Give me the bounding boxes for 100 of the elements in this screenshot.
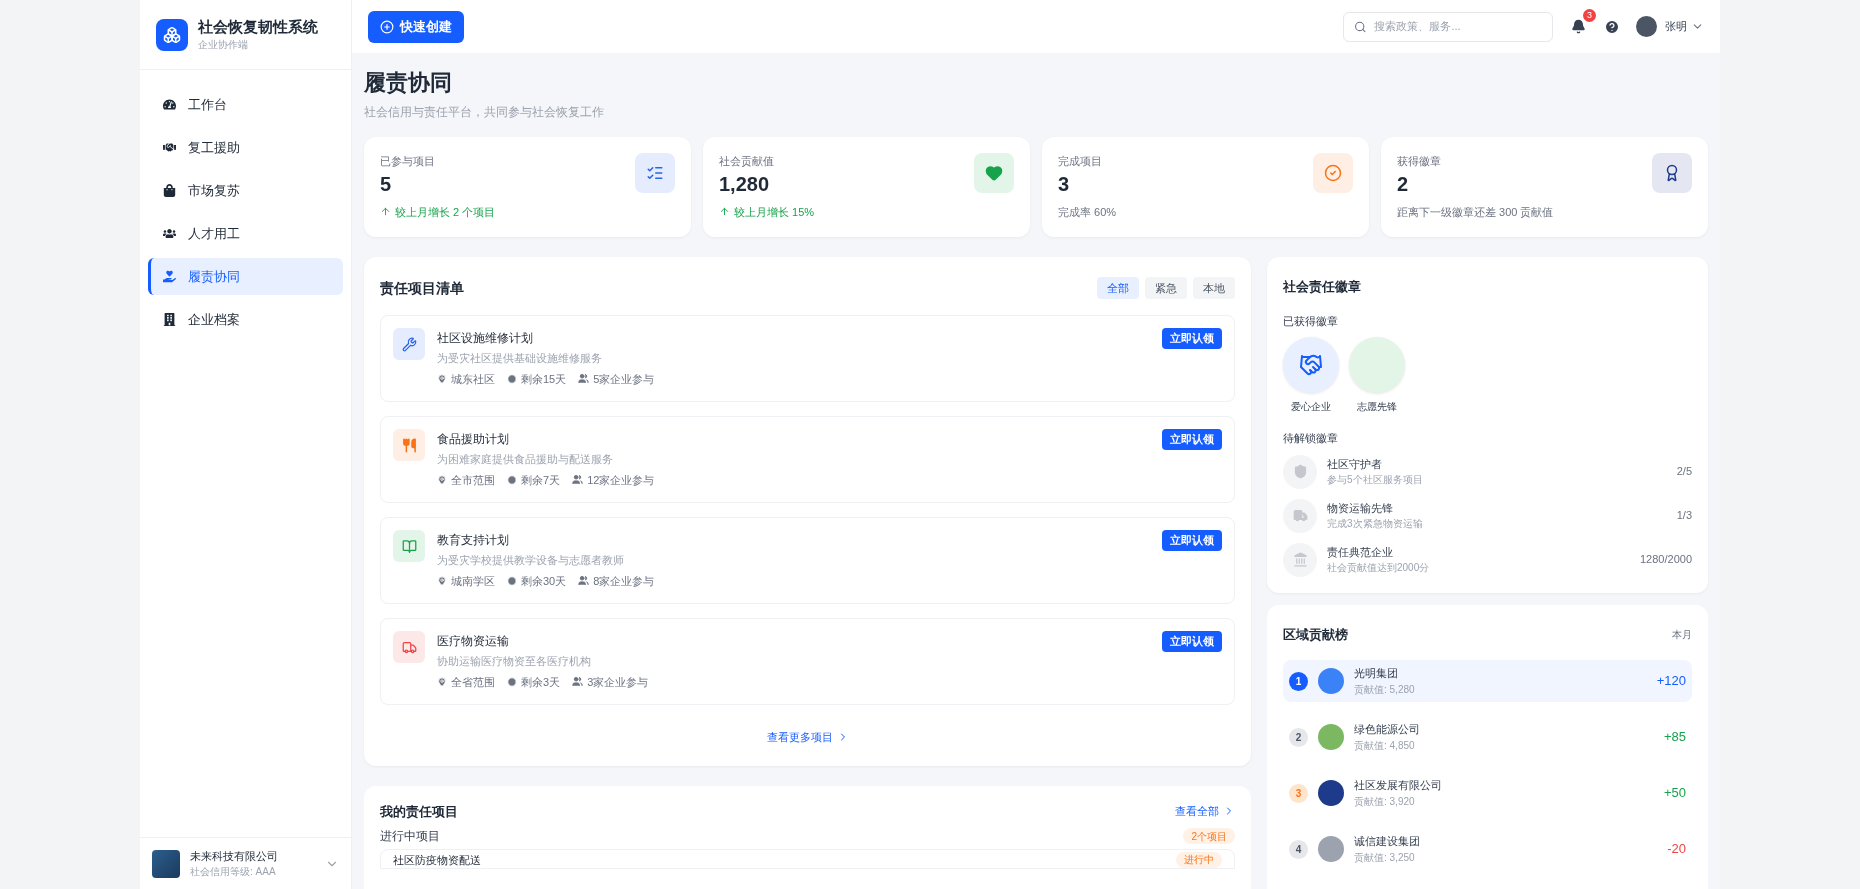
pending-badge-requirement: 完成3次紧急物资运输 <box>1327 517 1424 532</box>
card-title: 社会责任徽章 <box>1283 278 1362 296</box>
rank-number: 3 <box>1289 783 1308 803</box>
project-count-badge: 2个项目 <box>1183 828 1235 844</box>
credit-rating: 社会信用等级: AAA <box>190 865 277 880</box>
page-subtitle: 社会信用与责任平台，共同参与社会恢复工作 <box>364 104 605 121</box>
users-icon <box>572 474 584 486</box>
badge-tally: 1280/2000 <box>1640 552 1692 568</box>
score-change: +85 <box>1663 728 1686 747</box>
score-change: -20 <box>1667 840 1686 859</box>
badge-tally: 2/5 <box>1676 464 1692 480</box>
user-avatar[interactable] <box>1636 16 1657 37</box>
nav-item[interactable]: 人才用工 <box>148 215 343 252</box>
nav-item[interactable]: 企业档案 <box>148 301 343 338</box>
project-title: 医疗物资运输 <box>437 633 510 650</box>
stat-note: 距离下一级徽章还差 300 贡献值 <box>1397 204 1554 220</box>
pending-badge-name: 责任典范企业 <box>1327 544 1394 560</box>
location-pin-icon <box>437 474 447 485</box>
period-label: 本月 <box>1672 627 1692 642</box>
nav-item[interactable]: 履责协同 <box>148 258 343 295</box>
bank-icon <box>1292 552 1308 567</box>
users-icon <box>572 676 584 688</box>
users-icon <box>163 227 176 240</box>
pending-badge-name: 物资运输先锋 <box>1327 500 1394 516</box>
stat-note: 完成率 60% <box>1058 204 1117 220</box>
handshake-icon <box>163 141 176 154</box>
notification-button[interactable] <box>1569 17 1588 36</box>
claim-button[interactable]: 立即认领 <box>1162 429 1222 450</box>
stat-label: 已参与项目 <box>380 154 436 169</box>
users-icon <box>578 575 590 587</box>
nav-item[interactable]: 市场复苏 <box>148 172 343 209</box>
claim-button[interactable]: 立即认领 <box>1162 530 1222 551</box>
shield-icon <box>1292 464 1308 479</box>
company-score: 贡献值: 5,280 <box>1354 682 1416 697</box>
project-location: 城东社区 <box>451 371 495 387</box>
truck-icon <box>1292 508 1308 523</box>
badge-name: 志愿先锋 <box>1357 400 1397 414</box>
hand-heart-icon <box>163 270 176 283</box>
search-box[interactable]: 搜索政策、服务... <box>1343 11 1553 42</box>
search-field[interactable]: 搜索政策、服务... <box>1374 18 1542 35</box>
project-description: 为困难家庭提供食品援助与配送服务 <box>437 452 614 467</box>
card-title: 区域贡献榜 <box>1283 625 1349 644</box>
company-score: 贡献值: 3,920 <box>1354 794 1416 809</box>
company-name: 光明集团 <box>1354 666 1399 682</box>
company-score: 贡献值: 4,850 <box>1354 738 1416 753</box>
card-title: 责任项目清单 <box>380 278 465 298</box>
rank-number: 4 <box>1289 839 1308 859</box>
stat-value: 2 <box>1397 171 1410 197</box>
stat-value: 1,280 <box>719 171 771 197</box>
company-name: 未来科技有限公司 <box>190 848 279 864</box>
claim-button[interactable]: 立即认领 <box>1162 631 1222 652</box>
pending-badge-requirement: 参与5个社区服务项目 <box>1327 473 1424 488</box>
app-subtitle: 企业协作端 <box>198 38 249 52</box>
project-description: 协助运输医疗物资至各医疗机构 <box>437 654 592 669</box>
company-name: 社区发展有限公司 <box>1354 778 1443 794</box>
pending-badge-name: 社区守护者 <box>1327 456 1383 472</box>
nav-item[interactable]: 复工援助 <box>148 129 343 166</box>
project-title: 教育支持计划 <box>437 532 510 549</box>
score-change: +50 <box>1663 784 1686 803</box>
search-icon <box>1354 19 1367 34</box>
location-pin-icon <box>437 575 447 586</box>
project-title: 食品援助计划 <box>437 431 510 448</box>
score-change: +120 <box>1656 672 1686 691</box>
stat-note: 较上月增长 2 个项目 <box>395 204 496 220</box>
bag-icon <box>163 184 176 197</box>
section-label: 待解锁徽章 <box>1283 431 1339 446</box>
more-projects-link[interactable]: 查看更多项目 <box>766 729 849 746</box>
view-all-link[interactable]: 查看全部 <box>1175 803 1235 820</box>
location-pin-icon <box>437 373 447 384</box>
filter-tab[interactable]: 本地 <box>1193 277 1235 299</box>
badge-name: 爱心企业 <box>1291 400 1331 414</box>
project-description: 为受灾社区提供基础设施维修服务 <box>437 351 603 366</box>
project-participants: 12家企业参与 <box>587 472 655 488</box>
project-description: 为受灾学校提供教学设备与志愿者教师 <box>437 553 625 568</box>
help-icon[interactable] <box>1604 18 1620 35</box>
gauge-icon <box>163 98 176 111</box>
project-remaining: 剩余15天 <box>521 371 567 387</box>
project-remaining: 剩余30天 <box>521 573 567 589</box>
nav-item[interactable]: 工作台 <box>148 86 343 123</box>
project-location: 全市范围 <box>451 472 495 488</box>
project-location: 全省范围 <box>451 674 495 690</box>
my-project-title: 社区防疫物资配送 <box>393 853 482 868</box>
stat-label: 完成项目 <box>1058 154 1103 169</box>
location-pin-icon <box>437 676 447 687</box>
pending-badge-requirement: 社会贡献值达到2000分 <box>1327 561 1431 576</box>
claim-button[interactable]: 立即认领 <box>1162 328 1222 349</box>
quick-create-button[interactable]: 快速创建 <box>368 10 464 43</box>
rank-number: 1 <box>1289 671 1308 691</box>
page-title: 履责协同 <box>364 69 453 97</box>
project-location: 城南学区 <box>451 573 495 589</box>
filter-tab[interactable]: 紧急 <box>1145 277 1187 299</box>
plus-icon <box>380 19 394 34</box>
stat-value: 3 <box>1058 171 1071 197</box>
notification-count: 3 <box>1583 9 1596 22</box>
card-title: 我的责任项目 <box>380 802 459 821</box>
stat-label: 社会贡献值 <box>719 154 775 169</box>
filter-tab[interactable]: 全部 <box>1097 277 1139 299</box>
section-label: 已获得徽章 <box>1283 313 1339 329</box>
user-name[interactable]: 张明 <box>1665 18 1687 35</box>
building-icon <box>163 313 176 326</box>
